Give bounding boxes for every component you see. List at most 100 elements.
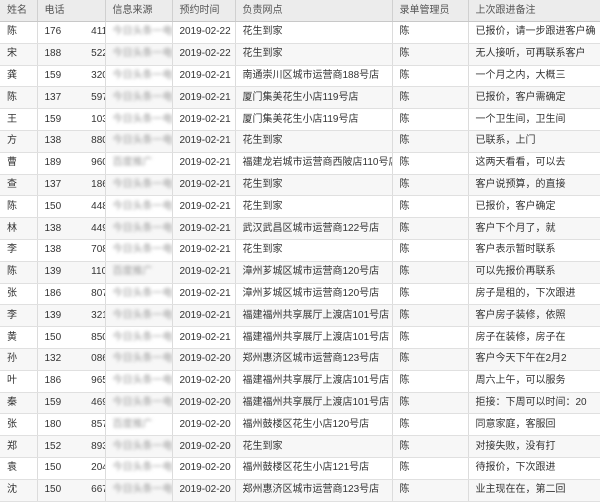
cell-last-note: 可以先报价再联系	[468, 261, 600, 284]
cell-store-text: 福建龙岩城市运营商西陂店110号店	[242, 157, 392, 169]
table-row[interactable]: 陈 176 4118 今日头条一电话 2019-02-22 花生到家 陈 已报价，请一步跟进…	[0, 21, 600, 44]
cell-admin: 陈	[392, 86, 469, 110]
cell-admin-text: 陈	[399, 113, 410, 125]
cell-appointment-time: 2019-02-21	[172, 304, 236, 328]
table-row[interactable]: 黄 150 8508 今日头条一电话 2019-02-21 福建福州共享展厅上渡店101…	[0, 326, 600, 349]
cell-phone: 159 1031	[37, 108, 106, 131]
table-row[interactable]: 方 138 8800 今日头条一电话 2019-02-21 花生到家 陈 已联系，上门	[0, 130, 600, 153]
cell-source: 今日头条一电话	[105, 435, 173, 458]
cell-store-text: 花生到家	[242, 26, 283, 38]
table-row[interactable]: 叶 186 9654 今日头条一电话 2019-02-20 福建福州共享展厅上渡店101…	[0, 370, 600, 393]
cell-admin-text: 陈	[399, 26, 410, 38]
cell-admin: 陈	[392, 479, 469, 502]
cell-admin-text: 陈	[399, 396, 410, 408]
cell-source-text: 今日头条一电话	[112, 353, 172, 365]
table-row[interactable]: 孙 132 0868 今日头条一电话 2019-02-20 郑州惠济区城市运营商123号…	[0, 348, 600, 371]
table-row[interactable]: 秦 159 4699 今日头条一电话 2019-02-20 福建福州共享展厅上渡店101…	[0, 392, 600, 415]
cell-store: 漳州芗城区城市运营商120号店	[235, 261, 393, 284]
table-row[interactable]: 张 186 8071 今日头条一电话 2019-02-21 漳州芗城区城市运营商120号…	[0, 283, 600, 306]
table-row[interactable]: 宋 188 5228 今日头条一电话 2019-02-22 花生到家 陈 无人接听，可再联系…	[0, 43, 600, 66]
cell-store-text: 厦门集美花生小店119号店	[242, 113, 359, 125]
table-row[interactable]: 林 138 4497 今日头条一电话 2019-02-21 武汉武昌区城市运营商122号…	[0, 217, 600, 240]
cell-store-text: 郑州惠济区城市运营商123号店	[242, 353, 380, 365]
table-row[interactable]: 陈 137 5979 今日头条一电话 2019-02-21 厦门集美花生小店119号店 陈…	[0, 86, 600, 110]
cell-last-note-text: 已报价，客户确定	[475, 200, 556, 212]
table-row[interactable]: 李 138 7084 今日头条一电话 2019-02-21 花生到家 陈 客户表示暂时联系	[0, 239, 600, 262]
cell-phone-text: 150 4484	[44, 200, 105, 212]
table-row[interactable]: 沈 150 6678 今日头条一电话 2019-02-20 郑州惠济区城市运营商123号…	[0, 479, 600, 502]
header-appointment-time[interactable]: 预约时间	[172, 0, 236, 22]
header-admin[interactable]: 录单管理员	[392, 0, 469, 22]
cell-appointment-time-text: 2019-02-20	[179, 396, 231, 408]
cell-phone: 138 8800	[37, 130, 106, 153]
cell-phone: 150 4484	[37, 195, 106, 219]
cell-store-text: 南通崇川区城市运营商188号店	[242, 69, 380, 81]
cell-store: 南通崇川区城市运营商188号店	[235, 65, 393, 88]
cell-name-text: 曹	[7, 157, 17, 169]
table-row[interactable]: 张 180 8579 百度推广 2019-02-20 福州鼓楼区花生小店120号店 陈 同意…	[0, 413, 600, 437]
cell-last-note-text: 周六上午，可以服务	[475, 375, 566, 387]
cell-admin-text: 陈	[399, 331, 410, 343]
cell-last-note: 业主现在在，第二回	[468, 479, 600, 502]
cell-admin: 陈	[392, 435, 469, 458]
table-row[interactable]: 郑 152 8939 今日头条一电话 2019-02-20 花生到家 陈 对接失败，没有打	[0, 435, 600, 458]
table-row[interactable]: 查 137 1866 今日头条一电话 2019-02-21 花生到家 陈 客户说预算，的直接	[0, 174, 600, 197]
table-row[interactable]: 王 159 1031 今日头条一电话 2019-02-21 厦门集美花生小店119号店 陈…	[0, 108, 600, 131]
cell-name: 张	[0, 283, 38, 306]
table-row[interactable]: 李 139 3218 今日头条一电话 2019-02-21 福建福州共享展厅上渡店101…	[0, 304, 600, 328]
cell-last-note: 已报价，请一步跟进客户确	[468, 21, 600, 44]
cell-appointment-time-text: 2019-02-21	[179, 244, 231, 256]
cell-last-note: 待报价，下次跟进	[468, 457, 600, 480]
cell-admin-text: 陈	[399, 222, 410, 234]
cell-appointment-time-text: 2019-02-20	[179, 375, 231, 387]
cell-appointment-time-text: 2019-02-20	[179, 484, 231, 496]
header-source[interactable]: 信息来源	[105, 0, 173, 22]
cell-last-note: 同意家庭，客服回	[468, 413, 600, 437]
cell-store-text: 武汉武昌区城市运营商122号店	[242, 222, 380, 234]
cell-name: 李	[0, 304, 38, 328]
header-last-note[interactable]: 上次跟进备注	[468, 0, 600, 22]
cell-name: 曹	[0, 152, 38, 175]
cell-store: 花生到家	[235, 435, 393, 458]
cell-last-note-text: 已联系，上门	[475, 135, 536, 147]
cell-phone: 180 8579	[37, 413, 106, 437]
cell-name-text: 王	[7, 113, 17, 125]
table-row[interactable]: 陈 139 1108 百度推广 2019-02-21 漳州芗城区城市运营商120号店 陈 可…	[0, 261, 600, 284]
cell-name-text: 叶	[7, 375, 17, 387]
cell-admin-text: 陈	[399, 462, 410, 474]
cell-name-text: 陈	[7, 91, 17, 103]
cell-last-note: 客户说预算，的直接	[468, 174, 600, 197]
cell-appointment-time-text: 2019-02-20	[179, 462, 231, 474]
cell-appointment-time-text: 2019-02-21	[179, 178, 231, 190]
cell-appointment-time: 2019-02-21	[172, 174, 236, 197]
cell-phone-text: 139 1108	[44, 266, 105, 278]
cell-phone: 137 5979	[37, 86, 106, 110]
table-row[interactable]: 曹 189 9602 百度推广 2019-02-21 福建龙岩城市运营商西陂店110号店…	[0, 152, 600, 175]
header-name[interactable]: 姓名	[0, 0, 38, 22]
cell-appointment-time-text: 2019-02-21	[179, 135, 231, 147]
cell-admin-text: 陈	[399, 418, 410, 430]
cell-source-text: 今日头条一电话	[112, 48, 172, 60]
table-row[interactable]: 袁 150 2043 今日头条一电话 2019-02-20 福州鼓楼区花生小店121号店…	[0, 457, 600, 480]
header-store[interactable]: 负责网点	[235, 0, 393, 22]
cell-source-text: 百度推广	[112, 157, 153, 169]
cell-name: 孙	[0, 348, 38, 371]
cell-admin: 陈	[392, 457, 469, 480]
cell-store: 厦门集美花生小店119号店	[235, 86, 393, 110]
cell-phone-text: 159 1031	[44, 113, 105, 125]
cell-phone: 150 2043	[37, 457, 106, 480]
cell-admin: 陈	[392, 21, 469, 44]
cell-phone: 138 7084	[37, 239, 106, 262]
cell-appointment-time: 2019-02-21	[172, 65, 236, 88]
table-row[interactable]: 陈 150 4484 今日头条一电话 2019-02-21 花生到家 陈 已报价，客户确定	[0, 195, 600, 219]
cell-appointment-time: 2019-02-21	[172, 152, 236, 175]
cell-source-text: 今日头条一电话	[112, 287, 172, 299]
cell-last-note: 一个卫生间，卫生间	[468, 108, 600, 131]
table-row[interactable]: 龚 159 3201 今日头条一电话 2019-02-21 南通崇川区城市运营商188号…	[0, 65, 600, 88]
cell-appointment-time-text: 2019-02-20	[179, 418, 231, 430]
cell-last-note: 已联系，上门	[468, 130, 600, 153]
cell-phone-text: 138 4497	[44, 222, 105, 234]
cell-name-text: 李	[7, 309, 17, 321]
cell-phone: 152 8939	[37, 435, 106, 458]
header-phone[interactable]: 电话	[37, 0, 106, 22]
